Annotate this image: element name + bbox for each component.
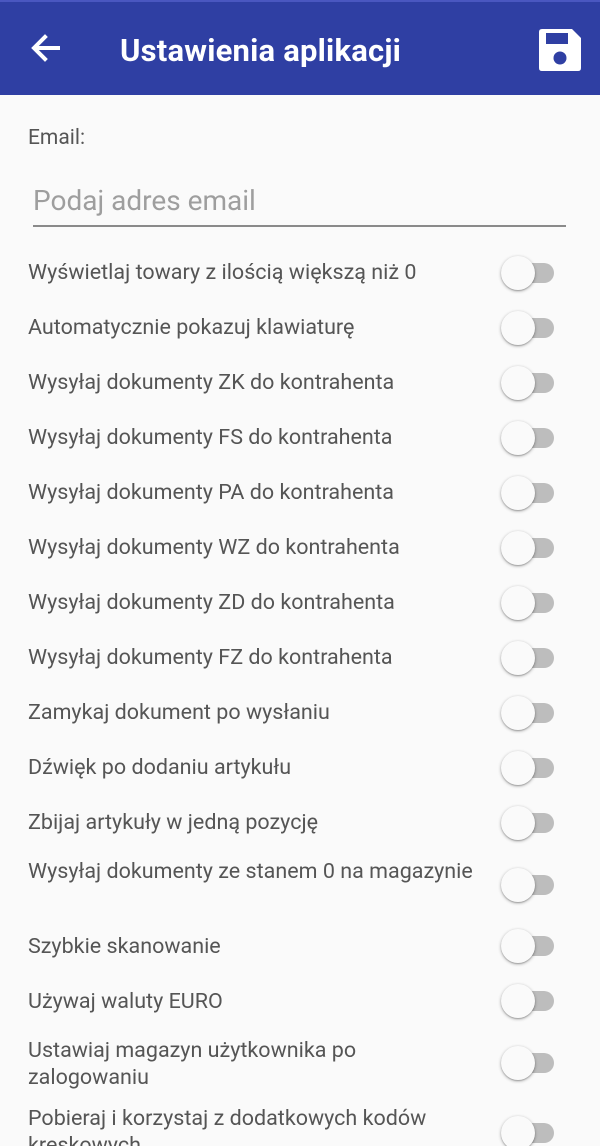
setting-toggle[interactable] bbox=[500, 1113, 556, 1146]
setting-toggle[interactable] bbox=[500, 473, 556, 513]
setting-label: Zbijaj artykuły w jedną pozycję bbox=[28, 810, 319, 835]
toggle-thumb bbox=[501, 868, 535, 902]
arrow-back-icon bbox=[31, 34, 60, 62]
setting-toggle[interactable] bbox=[500, 253, 556, 293]
app-bar: Ustawienia aplikacji bbox=[0, 0, 600, 95]
setting-toggle[interactable] bbox=[500, 308, 556, 348]
setting-label: Wysyłaj dokumenty WZ do kontrahenta bbox=[28, 535, 400, 560]
setting-label: Dźwięk po dodaniu artykułu bbox=[28, 755, 292, 780]
toggle-thumb bbox=[501, 696, 535, 730]
toggle-thumb bbox=[501, 641, 535, 675]
toggle-thumb bbox=[501, 984, 535, 1018]
setting-label: Pobieraj i korzystaj z dodatkowych kodów… bbox=[28, 1106, 427, 1146]
setting-label: Szybkie skanowanie bbox=[28, 934, 221, 959]
setting-label: Używaj waluty EURO bbox=[28, 989, 223, 1014]
toggle-thumb bbox=[501, 421, 535, 455]
toggle-thumb bbox=[501, 751, 535, 785]
toggle-thumb bbox=[501, 1116, 535, 1146]
setting-toggle[interactable] bbox=[500, 981, 556, 1021]
setting-label: Wyświetlaj towary z ilością większą niż … bbox=[28, 260, 417, 285]
setting-toggle[interactable] bbox=[500, 865, 556, 905]
save-button[interactable] bbox=[534, 24, 586, 76]
setting-label: Wysyłaj dokumenty ZK do kontrahenta bbox=[28, 370, 395, 395]
back-button[interactable] bbox=[20, 24, 70, 74]
setting-toggle[interactable] bbox=[500, 693, 556, 733]
toggle-thumb bbox=[501, 531, 535, 565]
setting-toggle[interactable] bbox=[500, 528, 556, 568]
setting-label: Wysyłaj dokumenty FS do kontrahenta bbox=[28, 425, 393, 450]
page-title: Ustawienia aplikacji bbox=[120, 32, 402, 69]
setting-toggle[interactable] bbox=[500, 363, 556, 403]
setting-label: Wysyłaj dokumenty FZ do kontrahenta bbox=[28, 645, 393, 670]
toggle-thumb bbox=[501, 586, 535, 620]
toggle-thumb bbox=[501, 256, 535, 290]
toggle-thumb bbox=[501, 929, 535, 963]
setting-label: Zamykaj dokument po wysłaniu bbox=[28, 700, 330, 725]
setting-toggle[interactable] bbox=[500, 638, 556, 678]
toggle-thumb bbox=[501, 1046, 535, 1080]
setting-label: Ustawiaj magazyn użytkownika po zalogowa… bbox=[28, 1038, 357, 1090]
toggle-thumb bbox=[501, 476, 535, 510]
setting-toggle[interactable] bbox=[500, 583, 556, 623]
setting-label: Wysyłaj dokumenty ze stanem 0 na magazyn… bbox=[28, 859, 473, 884]
toggle-thumb bbox=[501, 806, 535, 840]
setting-toggle[interactable] bbox=[500, 748, 556, 788]
email-label: Email: bbox=[28, 126, 86, 150]
email-input[interactable] bbox=[33, 175, 566, 227]
floppy-disk-icon bbox=[539, 29, 581, 71]
setting-label: Automatycznie pokazuj klawiaturę bbox=[28, 315, 355, 340]
setting-toggle[interactable] bbox=[500, 1043, 556, 1083]
setting-toggle[interactable] bbox=[500, 926, 556, 966]
toggle-thumb bbox=[501, 366, 535, 400]
setting-label: Wysyłaj dokumenty PA do kontrahenta bbox=[28, 480, 394, 505]
setting-label: Wysyłaj dokumenty ZD do kontrahenta bbox=[28, 590, 395, 615]
setting-toggle[interactable] bbox=[500, 803, 556, 843]
setting-toggle[interactable] bbox=[500, 418, 556, 458]
toggle-thumb bbox=[501, 311, 535, 345]
settings-content: Email: Wyświetlaj towary z ilością więks… bbox=[0, 95, 600, 1146]
